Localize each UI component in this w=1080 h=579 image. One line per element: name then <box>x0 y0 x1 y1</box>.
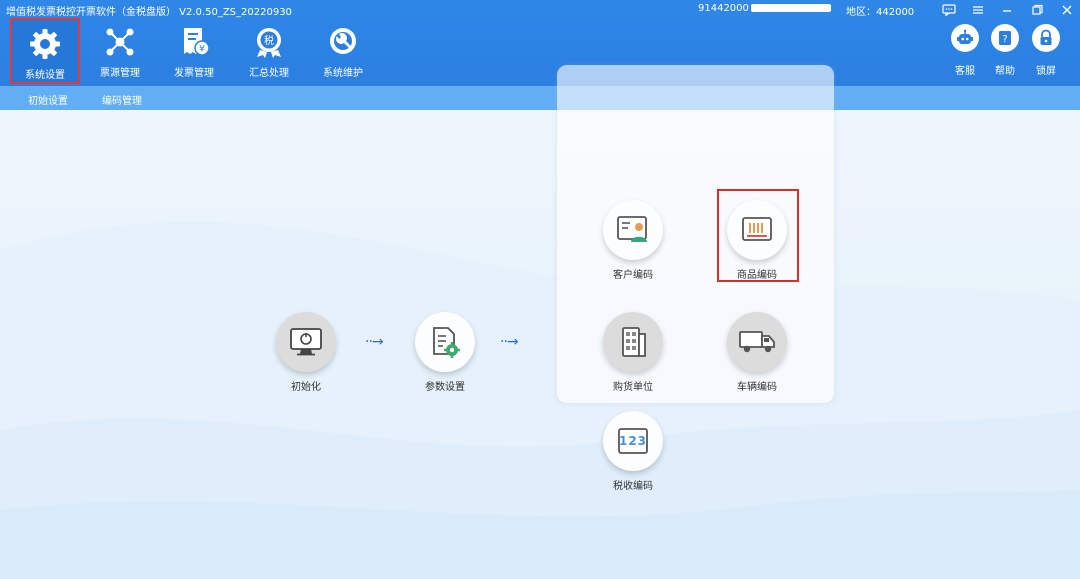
message-icon[interactable] <box>938 1 960 19</box>
flow-arrow-2: ··→ <box>500 334 519 350</box>
customer-code-label: 客户编码 <box>613 270 653 281</box>
params-label: 参数设置 <box>425 382 465 393</box>
menu-ticket-source[interactable]: 票源管理 <box>85 18 155 84</box>
buyer-unit-label: 购货单位 <box>613 382 653 393</box>
background-waves <box>0 110 1080 579</box>
subtab-initial-settings[interactable]: 初始设置 <box>28 92 68 107</box>
product-code-highlight <box>717 189 799 282</box>
init-node[interactable]: 初始化 <box>261 312 351 393</box>
document-gear-icon <box>415 312 475 372</box>
menu-system-maintenance[interactable]: 系统维护 <box>308 18 378 84</box>
menu-system-settings[interactable]: 系统设置 <box>10 18 80 84</box>
flow-arrow-1: ··→ <box>365 334 384 350</box>
menu-icon[interactable] <box>967 1 989 19</box>
svg-text:税: 税 <box>264 34 274 47</box>
menu-label: 系统设置 <box>25 70 65 81</box>
subtab-code-management[interactable]: 编码管理 <box>102 92 142 107</box>
close-icon[interactable] <box>1056 1 1078 19</box>
numbers-icon: 123 <box>603 411 663 471</box>
robot-icon <box>951 24 979 52</box>
window-title: 增值税发票税控开票软件（金税盘版） V2.0.50_ZS_20220930 <box>6 7 292 18</box>
truck-icon <box>727 312 787 372</box>
lock-icon <box>1032 24 1060 52</box>
customer-service-button[interactable]: 客服 <box>945 24 985 77</box>
init-label: 初始化 <box>291 382 321 393</box>
monitor-icon <box>276 312 336 372</box>
menu-invoice-management[interactable]: ¥ 发票管理 <box>159 18 229 84</box>
buyer-unit-node[interactable]: 购货单位 <box>588 312 678 393</box>
svg-text:?: ? <box>1002 34 1007 45</box>
gear-icon <box>27 26 63 62</box>
help-button[interactable]: ? 帮助 <box>985 24 1025 77</box>
menu-label: 汇总处理 <box>249 68 289 79</box>
vehicle-code-label: 车辆编码 <box>737 382 777 393</box>
region-label: 地区：442000 <box>846 7 915 18</box>
invoice-icon: ¥ <box>176 24 212 60</box>
lock-screen-label: 锁屏 <box>1036 66 1056 77</box>
top-toolbar: 增值税发票税控开票软件（金税盘版） V2.0.50_ZS_20220930 91… <box>0 0 1080 86</box>
customer-service-label: 客服 <box>955 66 975 77</box>
tax-summary-icon: 税 <box>251 24 287 60</box>
svg-text:¥: ¥ <box>199 45 205 55</box>
building-icon <box>603 312 663 372</box>
network-icon <box>102 24 138 60</box>
tax-code-digits: 123 <box>618 434 648 448</box>
tax-id-redaction <box>750 4 831 12</box>
vehicle-code-node[interactable]: 车辆编码 <box>712 312 802 393</box>
tax-id: 91442000 <box>698 3 831 14</box>
help-icon: ? <box>991 24 1019 52</box>
menu-label: 票源管理 <box>100 68 140 79</box>
minimize-icon[interactable] <box>996 1 1018 19</box>
id-card-icon <box>603 200 663 260</box>
menu-label: 发票管理 <box>174 68 214 79</box>
lock-screen-button[interactable]: 锁屏 <box>1026 24 1066 77</box>
restore-icon[interactable] <box>1026 1 1048 19</box>
main-content <box>0 110 1080 579</box>
wrench-icon <box>325 24 361 60</box>
menu-label: 系统维护 <box>323 68 363 79</box>
tax-code-node[interactable]: 123 税收编码 <box>588 411 678 492</box>
tax-code-label: 税收编码 <box>613 481 653 492</box>
menu-summary-processing[interactable]: 税 汇总处理 <box>234 18 304 84</box>
params-node[interactable]: 参数设置 <box>400 312 490 393</box>
customer-code-node[interactable]: 客户编码 <box>588 200 678 281</box>
sub-navigation: 初始设置 编码管理 <box>0 86 1080 110</box>
help-label: 帮助 <box>995 66 1015 77</box>
